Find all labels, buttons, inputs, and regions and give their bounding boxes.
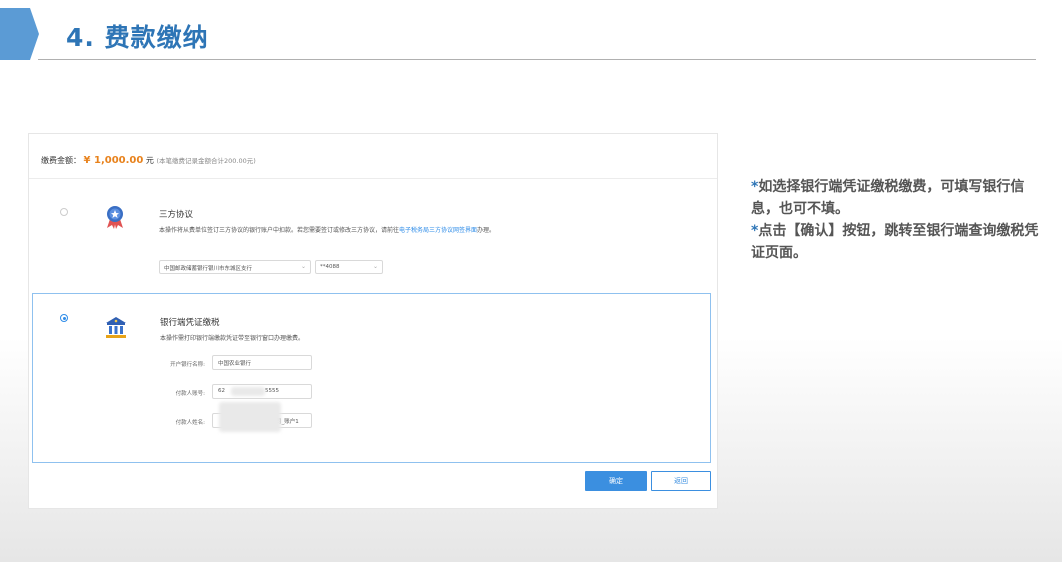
redaction-blur bbox=[219, 402, 281, 432]
note-line-1: *如选择银行端凭证缴税缴费，可填写银行信息，也可不填。 bbox=[751, 176, 1051, 220]
redaction-blur bbox=[231, 387, 265, 396]
note-text-2: 点击【确认】按钮，跳转至银行端查询缴税凭证页面。 bbox=[751, 223, 1039, 261]
fee-amount-unit: 元 bbox=[145, 156, 154, 165]
three-party-desc-tail: 办理。 bbox=[477, 227, 496, 234]
payer-account-input[interactable]: 62 5555 bbox=[212, 384, 312, 399]
bank-voucher-desc: 本操作需打印银行端缴款凭证带至银行窗口办理缴费。 bbox=[160, 335, 305, 342]
account-select-value: **4088 bbox=[320, 264, 340, 270]
payer-account-prefix: 62 bbox=[218, 388, 225, 394]
bank-name-value: 中国农业银行 bbox=[218, 361, 252, 367]
fee-amount-value: ¥ 1,000.00 bbox=[83, 155, 144, 166]
award-badge-icon bbox=[107, 206, 123, 229]
bank-select[interactable]: 中国邮政储蓄银行银川市东城区支行 ⌄ bbox=[159, 260, 311, 274]
note-line-2: *点击【确认】按钮，跳转至银行端查询缴税凭证页面。 bbox=[751, 220, 1051, 264]
fee-amount-note: (本笔缴费记录金额合计200.00元) bbox=[156, 157, 256, 165]
three-party-desc-text: 本操作将从费单位签订三方协议的银行账户中扣款。若您需要签订或修改三方协议，请前往 bbox=[159, 227, 400, 234]
three-party-desc: 本操作将从费单位签订三方协议的银行账户中扣款。若您需要签订或修改三方协议，请前往… bbox=[159, 226, 499, 235]
fee-amount-label: 缴费金额： bbox=[41, 156, 81, 165]
bank-name-label: 开户银行名称: bbox=[170, 362, 205, 368]
payment-screenshot-panel: 缴费金额： ¥ 1,000.00 元 (本笔缴费记录金额合计200.00元) 三… bbox=[28, 133, 718, 509]
slide-title: 4. 费款缴纳 bbox=[66, 23, 209, 52]
three-party-link[interactable]: 电子税务局三方协议网签界面 bbox=[399, 227, 477, 234]
fee-amount-row: 缴费金额： ¥ 1,000.00 元 (本笔缴费记录金额合计200.00元) bbox=[41, 155, 256, 166]
radio-three-party[interactable] bbox=[60, 208, 68, 216]
chevron-down-icon: ⌄ bbox=[300, 263, 306, 270]
three-party-title: 三方协议 bbox=[159, 210, 194, 220]
bank-voucher-option[interactable]: 银行端凭证缴税 本操作需打印银行端缴款凭证带至银行窗口办理缴费。 开户银行名称:… bbox=[32, 293, 711, 463]
header-chevron-icon bbox=[0, 8, 39, 60]
payer-account-suffix: 5555 bbox=[265, 388, 279, 394]
bank-name-input[interactable]: 中国农业银行 bbox=[212, 355, 312, 370]
payer-account-label: 付款人账号: bbox=[175, 391, 205, 397]
bank-voucher-title: 银行端凭证缴税 bbox=[160, 318, 220, 328]
instruction-notes: *如选择银行端凭证缴税缴费，可填写银行信息，也可不填。 *点击【确认】按钮，跳转… bbox=[751, 176, 1051, 264]
fee-divider bbox=[29, 178, 717, 179]
bank-select-value: 中国邮政储蓄银行银川市东城区支行 bbox=[164, 266, 253, 272]
header-divider bbox=[38, 59, 1036, 60]
payer-name-label: 付款人姓名: bbox=[175, 420, 205, 426]
back-button[interactable]: 返回 bbox=[651, 471, 711, 491]
account-select[interactable]: **4088 ⌄ bbox=[315, 260, 383, 274]
bank-building-icon bbox=[106, 317, 126, 338]
note-text-1: 如选择银行端凭证缴税缴费，可填写银行信息，也可不填。 bbox=[751, 179, 1025, 217]
confirm-button[interactable]: 确定 bbox=[585, 471, 647, 491]
chevron-down-icon: ⌄ bbox=[372, 263, 378, 270]
radio-bank-voucher[interactable] bbox=[60, 314, 68, 322]
